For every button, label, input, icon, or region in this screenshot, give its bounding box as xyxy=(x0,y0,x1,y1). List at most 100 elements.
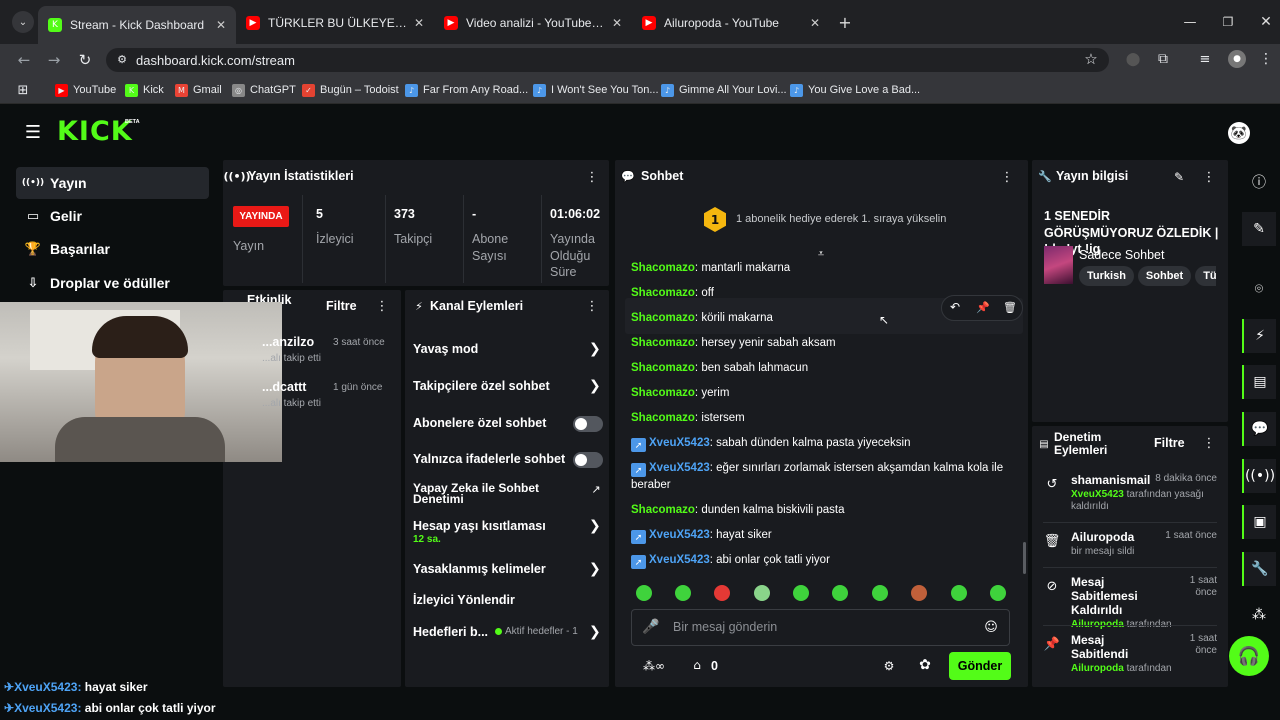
profile-avatar-icon[interactable]: ● xyxy=(1228,50,1246,68)
emote-icon[interactable] xyxy=(636,585,652,601)
user-avatar[interactable]: 🐼 xyxy=(1228,122,1250,144)
chat-username[interactable]: Shacomazo xyxy=(631,504,695,516)
forward-arrow-icon[interactable]: → xyxy=(44,50,64,70)
chat-username[interactable]: Shacomazo xyxy=(631,337,695,349)
rail-document-icon[interactable]: ▤ xyxy=(1242,365,1276,399)
moderation-entry[interactable]: Mesaj Sabitlemesi Kaldırıldı1 saat önceA… xyxy=(1071,575,1217,631)
microphone-icon[interactable]: 🎤 xyxy=(642,618,659,636)
browser-tab[interactable]: ▶ TÜRKLER BU ÜLKEYE MUTLAKA ✕ xyxy=(236,8,434,37)
toggle-switch[interactable] xyxy=(573,452,603,468)
bookmark-item[interactable]: ♪ Far From Any Road... xyxy=(405,82,528,98)
site-info-icon[interactable]: ⚙ xyxy=(114,51,130,67)
chat-username[interactable]: Shacomazo xyxy=(631,312,695,324)
channel-action-label[interactable]: Abonelere özel sohbet xyxy=(413,416,546,430)
activity-menu-icon[interactable]: ⋮ xyxy=(376,299,389,314)
moderation-filter-button[interactable]: Filtre xyxy=(1154,436,1185,450)
close-tab-icon[interactable]: ✕ xyxy=(414,16,424,30)
info-icon[interactable]: ⓘ xyxy=(1242,165,1276,199)
emote-icon[interactable] xyxy=(754,585,770,601)
emote-icon[interactable] xyxy=(990,585,1006,601)
apps-grid-icon[interactable]: ⊞ xyxy=(15,82,31,98)
camera-tool-icon[interactable]: ⌾ xyxy=(1242,272,1276,306)
activity-filter-button[interactable]: Filtre xyxy=(326,299,357,313)
emoji-picker-icon[interactable]: ☺ xyxy=(984,620,998,635)
stream-tag[interactable]: Türk xyxy=(1195,266,1216,286)
sidebar-item[interactable]: ⇩ Droplar ve ödüller xyxy=(16,267,209,299)
back-arrow-icon[interactable]: ← xyxy=(14,50,34,70)
activity-user[interactable]: ...dcattt xyxy=(262,380,306,394)
chevron-right-icon[interactable]: ❯ xyxy=(589,624,601,640)
chat-message[interactable]: Shacomazo: ben sabah lahmacun xyxy=(631,360,1011,377)
chat-message[interactable]: Shacomazo: off xyxy=(631,285,1011,302)
bookmark-item[interactable]: ◎ ChatGPT xyxy=(232,82,296,98)
hamburger-menu-icon[interactable]: ☰ xyxy=(24,122,42,143)
channel-action-label[interactable]: Yasaklanmış kelimeler xyxy=(413,562,546,576)
emote-icon[interactable] xyxy=(832,585,848,601)
extension-icon[interactable]: ⬤ xyxy=(1124,50,1142,68)
channel-action-label[interactable]: Yapay Zeka ile Sohbet Denetimi xyxy=(413,482,563,505)
rail-stats-icon[interactable]: ▣ xyxy=(1242,505,1276,539)
chevron-right-icon[interactable]: ❯ xyxy=(589,561,601,577)
emote-icon[interactable] xyxy=(714,585,730,601)
activity-user[interactable]: ...anzilzo xyxy=(262,335,314,349)
chat-username[interactable]: XveuX5423 xyxy=(649,462,710,474)
chat-username[interactable]: Shacomazo xyxy=(631,412,695,424)
send-button[interactable]: Gönder xyxy=(949,652,1011,680)
stats-menu-icon[interactable]: ⋮ xyxy=(586,170,599,185)
chevron-right-icon[interactable]: ❯ xyxy=(589,341,601,357)
toggle-switch[interactable] xyxy=(573,416,603,432)
edit-tool-icon[interactable]: ✎ xyxy=(1242,212,1276,246)
chat-username[interactable]: XveuX5423 xyxy=(649,437,710,449)
emote-icon[interactable] xyxy=(872,585,888,601)
browser-tab[interactable]: ▶ Ailuropoda - YouTube ✕ xyxy=(632,8,830,37)
channel-points-icon[interactable]: ⁂∞ xyxy=(636,658,672,674)
channel-action-label[interactable]: Hesap yaşı kısıtlaması xyxy=(413,519,546,533)
chat-message[interactable]: Shacomazo: yerim xyxy=(631,385,1011,402)
collapse-pinned-icon[interactable]: ⩡ xyxy=(812,247,830,261)
sidebar-item[interactable]: 🏆 Başarılar xyxy=(16,233,209,265)
moderation-actor[interactable]: XveuX5423 xyxy=(1071,489,1124,500)
chat-username[interactable]: XveuX5423 xyxy=(649,529,710,541)
minimize-window-button[interactable]: — xyxy=(1180,12,1200,32)
category-name[interactable]: Sadece Sohbet xyxy=(1079,248,1165,262)
chat-username[interactable]: Shacomazo xyxy=(631,387,695,399)
emote-icon[interactable] xyxy=(911,585,927,601)
new-tab-button[interactable]: + xyxy=(836,13,854,32)
chevron-right-icon[interactable]: ❯ xyxy=(589,518,601,534)
chat-settings-gear-icon[interactable]: ⚙ xyxy=(882,659,896,673)
external-link-icon[interactable]: ↗ xyxy=(590,483,602,496)
chat-message[interactable]: Shacomazo: mantarli makarna xyxy=(631,260,1011,277)
rail-points-icon[interactable]: ⁂ xyxy=(1242,598,1276,632)
stream-info-menu-icon[interactable]: ⋮ xyxy=(1203,170,1216,185)
moderation-actor[interactable]: Ailuropoda xyxy=(1071,663,1124,674)
reload-icon[interactable]: ↻ xyxy=(75,50,95,70)
moderation-entry[interactable]: shamanismail 8 dakika önce XveuX5423 taraf… xyxy=(1071,473,1217,513)
bookmark-item[interactable]: M Gmail xyxy=(175,82,222,98)
emote-icon[interactable] xyxy=(675,585,691,601)
chat-username[interactable]: Shacomazo xyxy=(631,287,695,299)
sidebar-item[interactable]: ((•)) Yayın xyxy=(16,167,209,199)
browser-tab[interactable]: ▶ Video analizi - YouTube Studio ✕ xyxy=(434,8,632,37)
channel-actions-menu-icon[interactable]: ⋮ xyxy=(586,299,599,314)
chat-username[interactable]: XveuX5423 xyxy=(649,554,710,566)
emote-icon[interactable] xyxy=(951,585,967,601)
rail-wrench-icon[interactable]: 🔧 xyxy=(1242,552,1276,586)
bookmark-item[interactable]: ♪ I Won't See You Ton... xyxy=(533,82,659,98)
stream-tag[interactable]: Turkish xyxy=(1079,266,1134,286)
chat-message[interactable]: Shacomazo: istersem xyxy=(631,410,1011,427)
close-tab-icon[interactable]: ✕ xyxy=(216,18,226,32)
bookmark-star-icon[interactable]: ☆ xyxy=(1082,50,1100,68)
channel-action-label[interactable]: Yavaş mod xyxy=(413,342,478,356)
close-window-button[interactable]: ✕ xyxy=(1256,12,1276,32)
chat-message[interactable]: ➚ XveuX5423: sabah dünden kalma pasta yiy… xyxy=(631,435,1011,452)
browser-tab[interactable]: K Stream - Kick Dashboard ✕ xyxy=(38,6,236,44)
rail-broadcast-icon[interactable]: ((•)) xyxy=(1242,459,1276,493)
bookmark-item[interactable]: ♪ You Give Love a Bad... xyxy=(790,82,920,98)
chat-message[interactable]: Shacomazo: dunden kalma biskivili pasta xyxy=(631,502,1011,519)
extensions-puzzle-icon[interactable]: ⧉ xyxy=(1154,50,1172,68)
bookmark-item[interactable]: K Kick xyxy=(125,82,164,98)
support-headset-icon[interactable]: 🎧 xyxy=(1229,636,1269,676)
rail-lightning-icon[interactable]: ⚡ xyxy=(1242,319,1276,353)
chat-message[interactable]: ➚ XveuX5423: hayat siker xyxy=(631,527,1011,544)
chat-username[interactable]: Shacomazo xyxy=(631,362,695,374)
